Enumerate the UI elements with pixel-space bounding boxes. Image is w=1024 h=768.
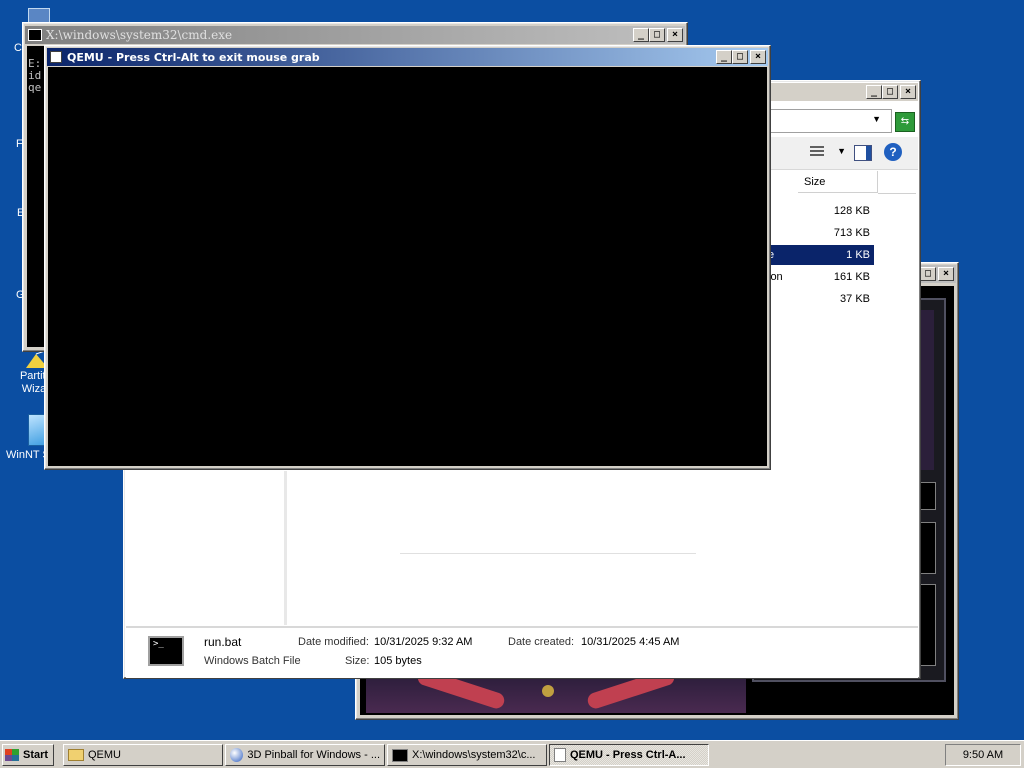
qemu-display[interactable] — [48, 67, 767, 466]
table-row[interactable]: ion 161 KB — [764, 267, 874, 287]
minimize-button[interactable]: _ — [633, 28, 649, 42]
detail-file-name: run.bat — [204, 635, 242, 649]
taskbar-button-pinball[interactable]: 3D Pinball for Windows - ... — [225, 744, 385, 766]
taskbar-button-label: QEMU — [88, 749, 121, 761]
batch-file-icon: >_ — [148, 636, 184, 666]
row-size: 713 KB — [833, 227, 870, 239]
table-row[interactable]: 713 KB — [764, 223, 874, 243]
qemu-title: QEMU - Press Ctrl-Alt to exit mouse grab — [67, 50, 320, 64]
taskbar-button-cmd[interactable]: X:\windows\system32\c... — [387, 744, 547, 766]
detail-date-created-label: Date created: — [508, 636, 575, 648]
taskbar: Start QEMU 3D Pinball for Windows - ... … — [0, 740, 1024, 768]
minimize-button[interactable]: _ — [866, 85, 882, 99]
detail-date-modified: 10/31/2025 9:32 AM — [374, 636, 473, 648]
taskbar-button-label: X:\windows\system32\c... — [412, 749, 536, 761]
cmd-title: X:\windows\system32\cmd.exe — [46, 28, 233, 42]
detail-date-created: 10/31/2025 4:45 AM — [581, 636, 680, 648]
qemu-titlebar[interactable]: QEMU - Press Ctrl-Alt to exit mouse grab — [47, 48, 768, 66]
system-tray: 9:50 AM — [945, 744, 1021, 766]
help-icon[interactable]: ? — [884, 143, 902, 161]
detail-date-modified-label: Date modified: — [298, 636, 369, 648]
row-size: 161 KB — [833, 271, 870, 283]
start-label: Start — [23, 749, 49, 761]
close-button[interactable]: × — [938, 267, 954, 281]
pinball-icon — [230, 748, 244, 762]
content-divider — [400, 553, 696, 554]
detail-size-label: Size: — [345, 655, 370, 667]
window-icon — [554, 748, 566, 762]
taskbar-button-label: QEMU - Press Ctrl-A... — [570, 749, 686, 761]
taskbar-button-qemu-folder[interactable]: QEMU — [63, 744, 223, 766]
column-header-extra[interactable] — [878, 171, 916, 194]
navigation-pane[interactable] — [126, 471, 287, 625]
chevron-down-icon[interactable]: ▼ — [872, 114, 881, 124]
minimize-button[interactable]: _ — [716, 50, 732, 64]
table-row[interactable]: 128 KB — [764, 201, 874, 221]
pinball-table-bottom — [366, 667, 746, 713]
folder-icon — [68, 749, 84, 761]
column-header-size[interactable]: Size — [798, 171, 878, 193]
detail-size: 105 bytes — [374, 655, 422, 667]
preview-pane-icon[interactable] — [854, 145, 872, 161]
maximize-button[interactable]: □ — [920, 267, 936, 281]
close-button[interactable]: × — [667, 28, 683, 42]
desktop-letter: C — [14, 42, 22, 54]
close-button[interactable]: × — [750, 50, 766, 64]
view-options-icon[interactable] — [810, 146, 824, 158]
maximize-button[interactable]: □ — [732, 50, 748, 64]
console-icon — [392, 748, 408, 762]
windows-logo-icon — [5, 749, 19, 761]
table-row-selected[interactable]: e 1 KB — [764, 245, 874, 265]
row-size: 1 KB — [846, 249, 870, 261]
clock[interactable]: 9:50 AM — [963, 749, 1003, 761]
console-icon — [28, 29, 42, 41]
row-size: 128 KB — [833, 205, 870, 217]
maximize-button[interactable]: □ — [649, 28, 665, 42]
taskbar-button-label: 3D Pinball for Windows - ... — [247, 749, 380, 761]
maximize-button[interactable]: □ — [882, 85, 898, 99]
chevron-down-icon[interactable]: ▼ — [837, 146, 846, 156]
window-icon — [50, 51, 62, 63]
details-pane: >_ run.bat Windows Batch File Date modif… — [126, 626, 918, 678]
table-row[interactable]: 37 KB — [764, 289, 874, 309]
start-button[interactable]: Start — [2, 744, 54, 766]
refresh-icon[interactable]: ⇆ — [895, 112, 915, 132]
close-button[interactable]: × — [900, 85, 916, 99]
detail-file-type: Windows Batch File — [204, 655, 301, 667]
row-size: 37 KB — [840, 293, 870, 305]
cmd-titlebar[interactable]: X:\windows\system32\cmd.exe — [25, 26, 685, 44]
qemu-window[interactable]: QEMU - Press Ctrl-Alt to exit mouse grab… — [44, 45, 771, 470]
taskbar-button-qemu-active[interactable]: QEMU - Press Ctrl-A... — [549, 744, 709, 766]
